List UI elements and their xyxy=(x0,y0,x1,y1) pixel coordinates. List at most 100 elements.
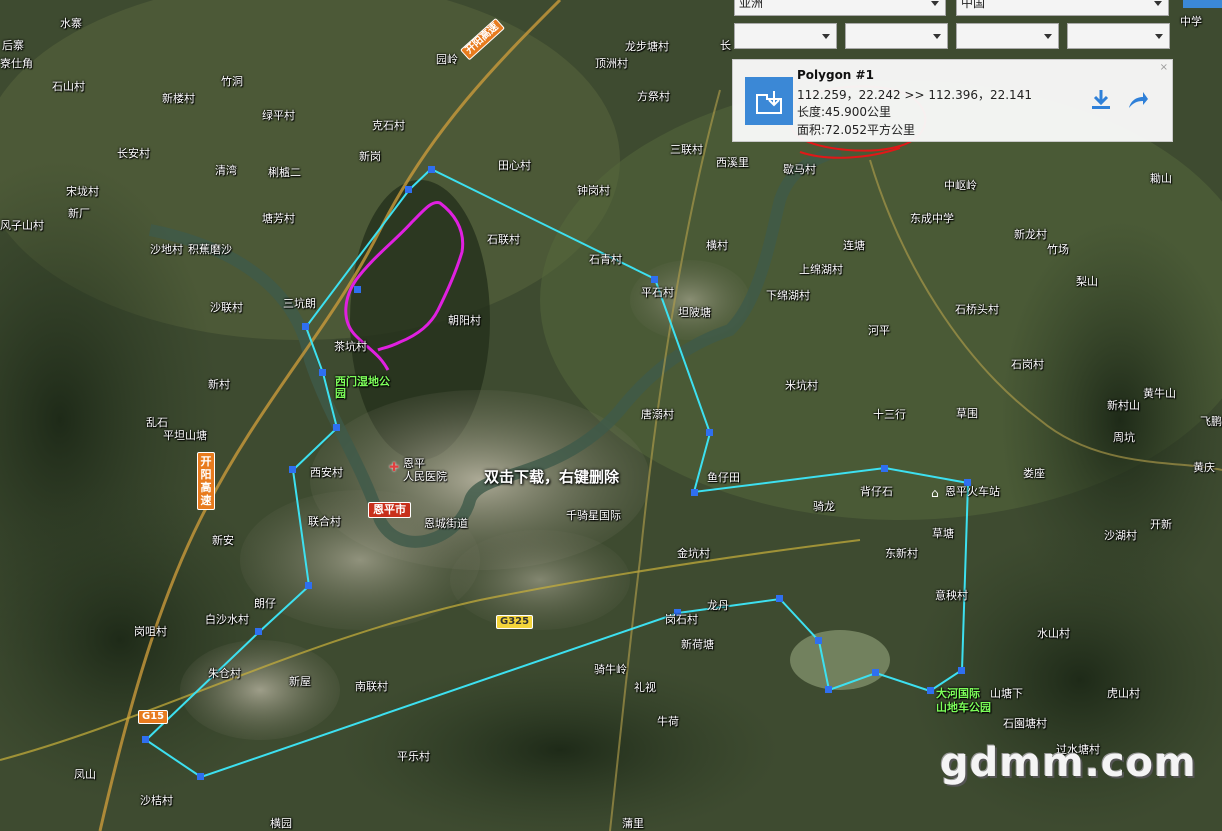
place-label: 开新 xyxy=(1150,518,1172,531)
region-select-4[interactable] xyxy=(1067,23,1170,49)
chevron-down-icon xyxy=(933,34,941,39)
place-label: 寮仕角 xyxy=(0,57,33,70)
chevron-down-icon xyxy=(822,34,830,39)
place-label: 竹场 xyxy=(1047,243,1069,256)
region-select-2[interactable] xyxy=(845,23,948,49)
place-label: 岗咀村 xyxy=(134,625,167,638)
place-label: 三坑朗 xyxy=(283,297,316,310)
place-label: 十三行 xyxy=(873,408,906,421)
place-label: 沙地村 xyxy=(150,243,183,256)
region-select-1[interactable] xyxy=(734,23,837,49)
country-select-value: 中国 xyxy=(961,0,986,10)
place-label: 横园 xyxy=(270,817,292,830)
place-label: 竹洞 xyxy=(221,75,243,88)
place-label: 联合村 xyxy=(308,515,341,528)
city-label-badge: 恩平市 xyxy=(368,502,411,518)
polygon-coordinates: 112.259，22.242 >> 112.396，22.141 xyxy=(797,88,1032,102)
place-label: 新屋 xyxy=(289,675,311,688)
close-icon[interactable]: × xyxy=(1160,62,1168,73)
place-label: 西溪里 xyxy=(716,156,749,169)
place-label: 新岗 xyxy=(359,150,381,163)
place-label: 石青村 xyxy=(589,253,622,266)
continent-select-value: 亚洲 xyxy=(739,0,764,10)
download-icon[interactable] xyxy=(1090,88,1112,116)
place-label: 长 xyxy=(720,39,731,52)
place-label: 虎山村 xyxy=(1107,687,1140,700)
place-label: 长安村 xyxy=(117,147,150,160)
place-label: 水山村 xyxy=(1037,627,1070,640)
country-select[interactable]: 中国 xyxy=(956,0,1169,16)
place-label: 新荷塘 xyxy=(681,638,714,651)
place-label: 娄座 xyxy=(1023,467,1045,480)
place-label: 清湾 xyxy=(215,164,237,177)
place-label: 平乐村 xyxy=(397,750,430,763)
place-label: 新村山 xyxy=(1107,399,1140,412)
polygon-file-icon[interactable] xyxy=(745,77,793,125)
place-label: 龙步塘村 xyxy=(625,40,669,53)
park-label: 山地车公园 xyxy=(936,701,991,714)
place-label: 岗石村 xyxy=(665,613,698,626)
place-label: 骑牛岭 xyxy=(594,663,627,676)
place-label: 石桥头村 xyxy=(955,303,999,316)
region-select-3[interactable] xyxy=(956,23,1059,49)
place-label: 千骑星国际 xyxy=(566,509,621,522)
place-label: 下绵湖村 xyxy=(766,289,810,302)
polygon-title: Polygon #1 xyxy=(797,68,874,82)
place-label: 顶洲村 xyxy=(595,57,628,70)
polygon-length: 长度:45.900公里 xyxy=(797,105,892,119)
place-label: 周坑 xyxy=(1113,431,1135,444)
share-icon[interactable] xyxy=(1127,90,1149,114)
place-label: 梨山 xyxy=(1076,275,1098,288)
place-label: 绿平村 xyxy=(262,109,295,122)
place-label: 新楼村 xyxy=(162,92,195,105)
location-icon: ✚ xyxy=(389,460,400,474)
place-label: 石岗村 xyxy=(1011,358,1044,371)
place-label: 意秧村 xyxy=(935,589,968,602)
place-label: 南联村 xyxy=(355,680,388,693)
place-label: 宋垅村 xyxy=(66,185,99,198)
highway-badge: 开阳高速 xyxy=(197,452,215,510)
place-label: 黄庆 xyxy=(1193,461,1215,474)
place-label: 恩平 xyxy=(403,457,425,470)
continent-select[interactable]: 亚洲 xyxy=(734,0,946,16)
place-label: 东新村 xyxy=(885,547,918,560)
place-label: 石園塘村 xyxy=(1003,717,1047,730)
place-label: 水寨 xyxy=(60,17,82,30)
place-label: 黄牛山 xyxy=(1143,387,1176,400)
place-label: 中学 xyxy=(1180,15,1202,28)
place-label: 西安村 xyxy=(310,466,343,479)
highway-badge-g15: G15 xyxy=(138,710,169,724)
chevron-down-icon xyxy=(1154,1,1162,6)
place-label: 克石村 xyxy=(372,119,405,132)
place-label: 礼视 xyxy=(634,681,656,694)
place-label: 山塘下 xyxy=(990,687,1023,700)
overlay-hint-text: 双击下载，右键删除 xyxy=(484,468,620,486)
train-station-label: 恩平火车站 xyxy=(945,485,1000,498)
place-label: 坦陂塘 xyxy=(678,306,711,319)
place-label: 背仔石 xyxy=(860,485,893,498)
place-label: 朱仓村 xyxy=(208,667,241,680)
place-label: 草塘 xyxy=(932,527,954,540)
place-label: 石山村 xyxy=(52,80,85,93)
place-label: 新村 xyxy=(208,378,230,391)
place-label: 朝阳村 xyxy=(448,314,481,327)
top-right-button[interactable] xyxy=(1183,0,1222,8)
place-label: 乱石 xyxy=(146,416,168,429)
highway-badge-g325: G325 xyxy=(496,615,534,629)
chevron-down-icon xyxy=(931,1,939,6)
place-label: 园岭 xyxy=(436,53,458,66)
place-label: 沙桔村 xyxy=(140,794,173,807)
wetland-park-label: 西门湿地公园 xyxy=(335,375,390,400)
place-label: 钟岗村 xyxy=(577,184,610,197)
place-label: 沙湖村 xyxy=(1104,529,1137,542)
place-label: 茶坑村 xyxy=(334,340,367,353)
train-icon: ⌂ xyxy=(931,486,939,500)
place-label: 人民医院 xyxy=(403,470,447,483)
place-label: 连塘 xyxy=(843,239,865,252)
place-label: 横村 xyxy=(706,239,728,252)
place-label: 唐溺村 xyxy=(641,408,674,421)
place-label: 米坑村 xyxy=(785,379,818,392)
place-label: 三联村 xyxy=(670,143,703,156)
place-label: 蒲里 xyxy=(622,817,644,830)
watermark: gdmm.com xyxy=(940,740,1197,786)
